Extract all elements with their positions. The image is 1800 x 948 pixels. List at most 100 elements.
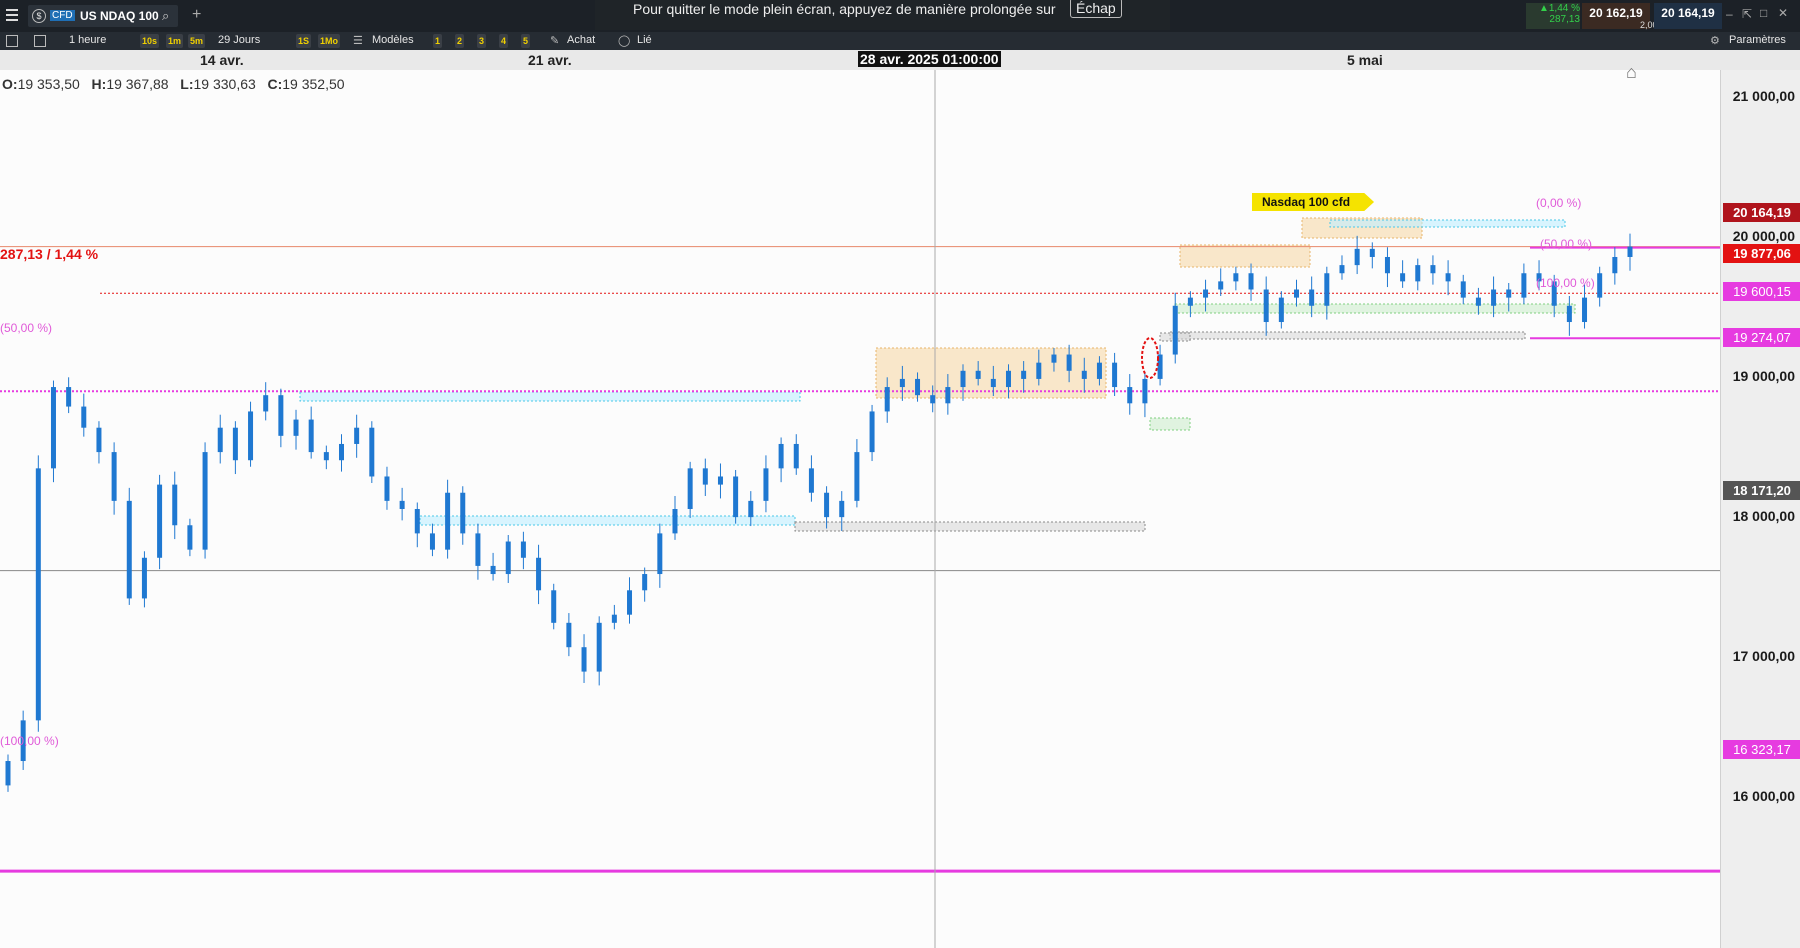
time-label-5-mai: 5 mai [1347,52,1383,68]
price-zone [1329,219,1566,228]
candle-body [369,427,375,477]
model-slot-3[interactable]: 3 [477,34,487,48]
candle-body [596,622,602,672]
candle-body [1324,273,1330,306]
price-chart[interactable] [0,70,1720,948]
timeframe-5m[interactable]: 5m [188,34,206,48]
candle-body [733,476,739,518]
fib-100-left-label: (100,00 %) [0,734,59,748]
add-tab-icon[interactable]: + [192,6,201,24]
model-slot-4[interactable]: 4 [499,34,509,48]
candle-body [1233,273,1239,282]
timeframe-1m[interactable]: 1m [166,34,184,48]
layout-icon[interactable] [34,35,46,47]
menu-icon[interactable] [6,9,18,21]
chart-list-icon[interactable] [6,35,18,47]
range-1s[interactable]: 1S [296,34,312,48]
candle-body [384,476,390,501]
price-axis[interactable]: 21 000,00 20 000,00 19 000,00 18 000,00 … [1720,70,1800,948]
candle-body [1263,289,1269,323]
candle-body [1081,370,1087,379]
candle-body [824,492,830,518]
buy-icon: ✎ [550,35,560,47]
candle-body [1354,248,1360,266]
candle-body [627,590,633,615]
candle-body [642,574,648,591]
instrument-type-icon: $ [32,9,46,23]
link-icon: ◯ [618,35,631,47]
models-menu[interactable]: Modèles [372,34,414,46]
candle-body [520,541,526,558]
price-zone [419,515,796,526]
high-value: 19 367,88 [106,76,169,92]
change-percent: ▲1,44 % [1538,3,1580,14]
price-tick-16000: 16 000,00 [1732,788,1795,804]
top-bar: $ CFD US NDAQ 100 ⌕ + Pour quitter le mo… [0,0,1800,32]
model-slot-1[interactable]: 1 [433,34,443,48]
candle-body [1096,362,1102,379]
candle-body [81,406,87,428]
range-selector[interactable]: 29 Jours [218,34,260,46]
candle-body [1051,354,1057,363]
candle-body [338,443,344,461]
candle-body [445,492,451,550]
maximize-icon[interactable]: □ [1760,6,1767,20]
candle-body [1506,289,1512,298]
price-zone [1149,417,1191,431]
settings-icon: ⚙ [1710,35,1720,47]
candle-body [1187,297,1193,306]
model-slot-5[interactable]: 5 [521,34,531,48]
close-icon[interactable]: ✕ [1778,6,1788,20]
timeframe-10s[interactable]: 10s [140,34,160,48]
candle-body [1582,297,1588,323]
candle-body [5,761,11,786]
instrument-tab[interactable]: $ CFD US NDAQ 100 ⌕ [28,5,178,27]
escape-key: Échap [1070,0,1122,18]
candle-body [1612,256,1618,274]
price-tick-17000: 17 000,00 [1732,648,1795,664]
candle-body [1066,354,1072,371]
candle-body [1021,370,1027,379]
scroll-up-icon[interactable]: ⌂ [1626,62,1637,83]
fullscreen-notice-text: Pour quitter le mode plein écran, appuye… [633,1,1056,17]
price-zone [1174,303,1576,314]
candle-body [460,492,466,534]
candle-body [1430,265,1436,274]
fib-50-tag: 19 274,07 [1723,328,1800,347]
price-tick-19000: 19 000,00 [1732,368,1795,384]
buy-price-button[interactable]: 20 164,19 [1654,3,1722,29]
model-slot-2[interactable]: 2 [455,34,465,48]
change-indicator: ▲1,44 % 287,13 [1526,3,1580,29]
search-icon[interactable]: ⌕ [162,8,169,24]
buy-menu[interactable]: Achat [567,34,595,46]
period-selector[interactable]: 1 heure [69,34,106,46]
low-value: 19 330,63 [193,76,256,92]
settings-menu[interactable]: Paramètres [1729,34,1786,46]
candle-body [717,476,723,485]
candle-body [1460,281,1466,298]
candle-body [1384,256,1390,274]
candle-body [293,419,299,436]
candle-body [1036,362,1042,379]
last-price-tag: 20 164,19 [1723,203,1800,222]
time-axis: 14 avr. 21 avr. 28 avr. 2025 01:00:00 5 … [0,50,1800,70]
candle-body [975,370,981,379]
candle-body [808,468,814,493]
price-tick-18000: 18 000,00 [1732,508,1795,524]
linked-menu[interactable]: Lié [637,34,652,46]
candle-body [930,395,936,404]
chart-area[interactable]: O:19 353,50 H:19 367,88 L:19 330,63 C:19… [0,62,1720,948]
fib-0-label: (0,00 %) [1536,196,1582,210]
candle-body [1445,273,1451,282]
change-points: 287,13 [1549,14,1580,25]
range-1mo[interactable]: 1Mo [318,34,340,48]
close-label: C: [267,76,283,92]
candle-body [1491,289,1497,306]
candle-body [899,378,905,388]
fib-low-tag: 16 323,17 [1723,740,1800,759]
candle-body [141,557,147,599]
candle-body [884,387,890,412]
instrument-flag[interactable]: Nasdaq 100 cfd [1252,193,1375,211]
popout-icon[interactable]: ⇱ [1742,7,1752,21]
minimize-icon[interactable]: – [1726,7,1733,21]
